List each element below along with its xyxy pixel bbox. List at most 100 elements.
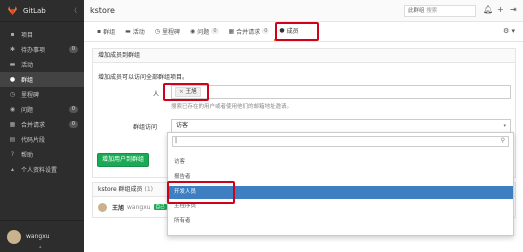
token-label: 王旭 <box>185 89 197 95</box>
sidebar-item-label: 帮助 <box>21 152 34 159</box>
member-username: wangxu <box>127 203 151 211</box>
chevron-down-icon: ▾ <box>503 123 506 129</box>
people-input[interactable]: × 王旭 <box>171 85 511 99</box>
group-icon: ● <box>9 76 16 83</box>
access-level-value: 访客 <box>176 122 189 129</box>
search-placeholder: 搜索 <box>426 8 438 14</box>
activity-icon: ▬ <box>125 27 131 35</box>
panel-heading: 增加成员到群组 <box>93 49 515 63</box>
sidebar: GitLab 〈 ▪ 项目 ✱ 待办事项 0 ▬ 活动 ● 群组 ◷ 里程碑 ◉ 问题 0 ▦ 合并请求 0 ▤ 代… <box>0 0 84 252</box>
dropdown-option[interactable]: 访客 <box>168 156 513 169</box>
add-to-group-button[interactable]: 增加用户到群组 <box>97 153 149 167</box>
member-avatar[interactable] <box>98 202 107 212</box>
tab-0[interactable]: ▪ 群组 <box>92 21 120 41</box>
group-icon: ▪ <box>97 27 102 35</box>
sidebar-item-count: 0 <box>68 46 78 53</box>
avatar[interactable] <box>7 229 21 244</box>
tab-3[interactable]: ◉ 问题 0 <box>185 21 223 41</box>
sidebar-item-label: 活动 <box>21 62 34 69</box>
remove-token-icon[interactable]: × <box>179 88 184 96</box>
tab-count: 0 <box>262 28 270 34</box>
group-subnav: ▪ 群组 ▬ 活动 ◷ 里程碑 ◉ 问题 0 ▦ 合并请求 0 ● 成员 ⚙ ▾ <box>84 22 523 42</box>
gitlab-logo-icon[interactable] <box>7 5 18 16</box>
home-icon: ▪ <box>10 31 15 38</box>
sign-out-icon[interactable]: ⇥ <box>510 5 517 14</box>
sidebar-item-2[interactable]: ▬ 活动 <box>0 57 84 72</box>
people-label: 人 <box>153 91 160 98</box>
sidebar-item-label: 问题 <box>21 107 34 114</box>
sidebar-item-label: 待办事项 <box>21 47 46 54</box>
bell-icon[interactable]: 🔔︎ <box>483 5 493 14</box>
tab-2[interactable]: ◷ 里程碑 <box>150 21 185 41</box>
brand: GitLab 〈 <box>0 0 84 22</box>
members-title: kstore 群组成员 <box>98 186 143 193</box>
milestone-icon: ◷ <box>154 27 161 35</box>
sidebar-item-count: 0 <box>68 121 78 128</box>
profile-icon: ▴ <box>10 166 14 173</box>
tab-label: 里程碑 <box>162 28 181 36</box>
dropdown-option[interactable]: 报告者 <box>168 171 513 184</box>
search-scope: 此群组 <box>408 8 425 14</box>
user-token[interactable]: × 王旭 <box>175 87 201 97</box>
sidebar-item-9[interactable]: ▴ 个人资料设置 <box>0 162 84 177</box>
sidebar-item-label: 代码片段 <box>21 137 46 144</box>
sidebar-item-8[interactable]: ? 帮助 <box>0 147 84 162</box>
tab-label: 问题 <box>197 28 210 36</box>
tab-count: 0 <box>211 28 219 34</box>
dropdown-search-cursor: | <box>175 137 178 144</box>
tab-label: 成员 <box>286 27 299 35</box>
sidebar-item-3[interactable]: ● 群组 <box>0 72 84 87</box>
sidebar-item-label: 里程碑 <box>21 92 40 99</box>
plus-icon[interactable]: + <box>497 5 504 14</box>
sidebar-item-1[interactable]: ✱ 待办事项 0 <box>0 42 84 57</box>
sidebar-item-label: 个人资料设置 <box>21 167 58 174</box>
sidebar-item-5[interactable]: ◉ 问题 0 <box>0 102 84 117</box>
sidebar-nav: ▪ 项目 ✱ 待办事项 0 ▬ 活动 ● 群组 ◷ 里程碑 ◉ 问题 0 ▦ 合并请求 0 ▤ 代码片段? 帮助 ▴ 个人… <box>0 27 84 177</box>
sidebar-item-4[interactable]: ◷ 里程碑 <box>0 87 84 102</box>
milestone-icon: ◷ <box>9 91 16 98</box>
sidebar-item-0[interactable]: ▪ 项目 <box>0 27 84 42</box>
search-input[interactable]: 此群组 搜索 <box>404 5 476 17</box>
todo-icon: ✱ <box>9 46 16 53</box>
panel-description: 增加成员可以访问全部群组项目。 <box>98 74 189 81</box>
user-box[interactable]: wangxu ▴ <box>0 220 84 252</box>
collapse-sidebar-icon[interactable]: 〈 <box>71 6 77 15</box>
merge-request-icon: ▦ <box>228 27 235 35</box>
access-label: 群组访问 <box>133 124 158 131</box>
caret-up-icon[interactable]: ▴ <box>39 244 42 250</box>
brand-name: GitLab <box>23 6 46 15</box>
top-bar: kstore 此群组 搜索 🔔︎ + ⇥ <box>84 0 523 22</box>
members-count: (1) <box>144 186 153 193</box>
access-level-select[interactable]: 访客 ▾ <box>171 119 511 133</box>
tab-1[interactable]: ▬ 活动 <box>120 21 150 41</box>
issues-icon: ◉ <box>190 27 196 35</box>
members-icon: ● <box>279 26 285 34</box>
sidebar-item-6[interactable]: ▦ 合并请求 0 <box>0 117 84 132</box>
snippets-icon: ▤ <box>9 136 16 143</box>
sidebar-item-count: 0 <box>68 106 78 113</box>
people-help-text: 搜索已存在的用户或者使用他们的邮箱地址邀请。 <box>171 104 293 110</box>
sidebar-item-label: 项目 <box>21 32 34 39</box>
tab-4[interactable]: ▦ 合并请求 0 <box>224 21 275 41</box>
dropdown-option[interactable]: 开发人员 <box>168 186 513 199</box>
gear-icon[interactable]: ⚙ ▾ <box>503 27 515 35</box>
dropdown-search-input[interactable]: | ⚲ <box>172 136 509 147</box>
dropdown-option[interactable]: 主程序员 <box>168 200 513 213</box>
search-icon: ⚲ <box>500 137 505 144</box>
dropdown-option[interactable]: 所有者 <box>168 215 513 228</box>
sidebar-item-label: 群组 <box>21 77 34 84</box>
username: wangxu <box>26 233 50 240</box>
page-title[interactable]: kstore <box>84 6 115 15</box>
merge-request-icon: ▦ <box>9 121 16 128</box>
sidebar-item-7[interactable]: ▤ 代码片段 <box>0 132 84 147</box>
activity-icon: ▬ <box>9 61 16 68</box>
sidebar-item-label: 合并请求 <box>21 122 46 129</box>
tab-5[interactable]: ● 成员 <box>274 21 304 41</box>
member-self-badge: 自己 <box>153 204 167 210</box>
member-name[interactable]: 王旭 <box>112 203 124 212</box>
tab-label: 活动 <box>132 28 145 36</box>
tab-label: 合并请求 <box>236 28 261 36</box>
issues-icon: ◉ <box>9 106 16 113</box>
access-level-dropdown: | ⚲ 访客报告者开发人员 主程序员所有者 <box>167 132 514 236</box>
help-icon: ? <box>10 151 15 158</box>
